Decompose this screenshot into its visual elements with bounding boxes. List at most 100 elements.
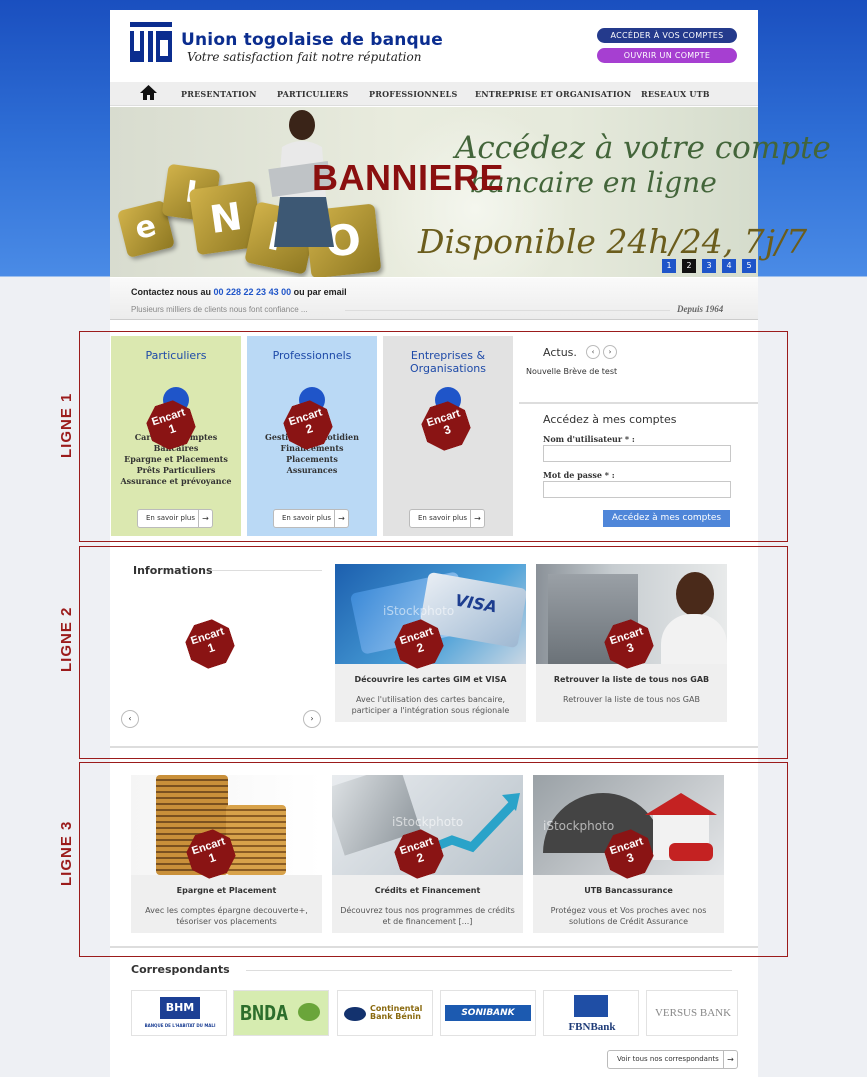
correspondant-bnda[interactable]: BNDA (233, 990, 329, 1036)
banner-page-4[interactable]: 4 (722, 259, 736, 273)
row-label-3: LIGNE 3 (58, 820, 75, 886)
caption-text: tésoriser vos placements (176, 917, 277, 926)
bancassurance-caption: UTB Bancassurance Protégez vous et Vos p… (533, 875, 724, 933)
arrow-right-icon: → (334, 510, 348, 527)
sonibank-logo: SONIBANK (445, 1005, 531, 1021)
open-account-button[interactable]: OUVRIR UN COMPTE (597, 48, 737, 63)
nav-presentation[interactable]: PRESENTATION (181, 89, 257, 99)
caption-text: Découvrez tous nos programmes de crédits (340, 906, 515, 915)
home-icon[interactable] (140, 85, 157, 100)
professionnels-more-button[interactable]: En savoir plus → (273, 509, 349, 528)
coin-stack (226, 805, 286, 875)
caption-title[interactable]: UTB Bancassurance (533, 886, 724, 895)
caption-text: Avec les comptes épargne decouverte+, (145, 906, 308, 915)
informations-title: Informations (133, 564, 213, 577)
watermark-text: iStockphoto (383, 604, 455, 618)
utb-logo-icon[interactable] (130, 22, 172, 62)
card-particuliers-title[interactable]: Particuliers (111, 349, 241, 362)
section-divider (110, 946, 758, 948)
bhm-subtitle: BANQUE DE L'HABITAT DU MALI (144, 1023, 216, 1028)
contact-line: Contactez nous au 00 228 22 23 43 00 ou … (131, 287, 347, 297)
card-entreprises-title[interactable]: Entreprises & Organisations (395, 349, 501, 375)
actus-title: Actus. (543, 346, 577, 359)
trust-text: Plusieurs milliers de clients nous font … (131, 305, 308, 314)
password-input[interactable] (543, 481, 731, 498)
contact-phone[interactable]: 00 228 22 23 43 00 (214, 287, 292, 297)
login-title: Accédez à mes comptes (543, 413, 677, 426)
banner-headline-2: bancaire en ligne (470, 166, 717, 199)
correspondants-title: Correspondants (131, 963, 230, 976)
card-professionnels-title[interactable]: Professionnels (247, 349, 377, 362)
banner-placeholder-label: BANNIERE (312, 157, 505, 198)
more-label: En savoir plus (282, 514, 331, 522)
nav-reseaux-utb[interactable]: RESEAUX UTB (641, 89, 710, 99)
nav-entreprise-organisation[interactable]: ENTREPRISE ET ORGANISATION (475, 89, 631, 99)
correspondant-sonibank[interactable]: SONIBANK (440, 990, 536, 1036)
username-input[interactable] (543, 445, 731, 462)
entreprises-more-button[interactable]: En savoir plus → (409, 509, 485, 528)
all-correspondants-label: Voir tous nos correspondants (617, 1055, 719, 1063)
nav-professionnels[interactable]: PROFESSIONNELS (369, 89, 457, 99)
contact-prefix: Contactez nous au (131, 287, 214, 297)
login-submit-button[interactable]: Accédez à mes comptes (603, 510, 730, 527)
section-divider (110, 746, 758, 748)
carousel-prev-icon[interactable]: ‹ (121, 710, 139, 728)
cards-visa-caption: Découvrire les cartes GIM et VISA Avec l… (335, 664, 526, 722)
username-label: Nom d'utilisateur * : (543, 434, 635, 444)
more-label: En savoir plus (146, 514, 195, 522)
caption-text: et de financement [...] (382, 917, 473, 926)
woman-body (661, 614, 727, 664)
atm-caption: Retrouver la liste de tous nos GAB Retro… (536, 664, 727, 722)
correspondant-continental[interactable]: Continental Bank Bénin (337, 990, 433, 1036)
access-accounts-button[interactable]: ACCÉDER À VOS COMPTES (597, 28, 737, 43)
particuliers-more-button[interactable]: En savoir plus → (137, 509, 213, 528)
title-rule (212, 570, 322, 571)
correspondant-bhm[interactable]: BHM BANQUE DE L'HABITAT DU MALI (131, 990, 227, 1036)
caption-title[interactable]: Retrouver la liste de tous nos GAB (536, 675, 727, 684)
all-correspondants-button[interactable]: Voir tous nos correspondants → (607, 1050, 738, 1069)
caption-text: participer a l'intégration sous régional… (351, 706, 510, 715)
caption-text: Protégez vous et Vos proches avec nos (550, 906, 707, 915)
caption-title[interactable]: Epargne et Placement (131, 886, 322, 895)
actus-prev-icon[interactable]: ‹ (586, 345, 600, 359)
caption-text: Avec l'utilisation des cartes bancaire, (355, 695, 506, 704)
savings-caption: Epargne et Placement Avec les comptes ép… (131, 875, 322, 933)
carousel-next-icon[interactable]: › (303, 710, 321, 728)
continental-logo: Continental Bank Bénin (370, 1004, 423, 1021)
banner-page-2[interactable]: 2 (682, 259, 696, 273)
card-line[interactable]: Assurances (247, 465, 377, 476)
correspondant-versus[interactable]: VERSUS BANK (646, 990, 738, 1036)
card-line[interactable]: Epargne et Placements (111, 454, 241, 465)
bnda-leaf-icon (298, 1003, 320, 1021)
arrow-right-icon: → (198, 510, 212, 527)
watermark-text: iStockphoto (543, 819, 615, 833)
actus-item[interactable]: Nouvelle Brève de test (526, 367, 617, 376)
banner-page-1[interactable]: 1 (662, 259, 676, 273)
title-rule (246, 970, 732, 971)
actus-next-icon[interactable]: › (603, 345, 617, 359)
caption-title[interactable]: Crédits et Financement (332, 886, 523, 895)
woman-head (676, 572, 714, 616)
banner-page-5[interactable]: 5 (742, 259, 756, 273)
caption-text: solutions de Crédit Assurance (569, 917, 688, 926)
house-roof (645, 793, 717, 815)
fbn-elephant-icon (574, 995, 608, 1017)
card-line[interactable]: Placements (247, 454, 377, 465)
watermark-text: iStockphoto (392, 815, 464, 829)
nav-particuliers[interactable]: PARTICULIERS (277, 89, 348, 99)
credit-caption: Crédits et Financement Découvrez tous no… (332, 875, 523, 933)
versus-logo: VERSUS BANK (654, 1007, 732, 1019)
contact-suffix: ou par email (291, 287, 347, 297)
correspondant-fbn[interactable]: FBNBank (543, 990, 639, 1036)
row-label-1: LIGNE 1 (58, 392, 75, 458)
bhm-logo: BHM (160, 997, 200, 1019)
caption-title[interactable]: Découvrire les cartes GIM et VISA (335, 675, 526, 684)
banner-page-3[interactable]: 3 (702, 259, 716, 273)
card-line[interactable]: Assurance et prévoyance (111, 476, 241, 487)
brand-name[interactable]: Union togolaise de banque (181, 30, 443, 50)
since-text: Depuis 1964 (677, 304, 724, 314)
card-line[interactable]: Prêts Particuliers (111, 465, 241, 476)
more-label: En savoir plus (418, 514, 467, 522)
caption-text: Retrouver la liste de tous nos GAB (563, 695, 700, 704)
contact-divider (345, 310, 670, 311)
